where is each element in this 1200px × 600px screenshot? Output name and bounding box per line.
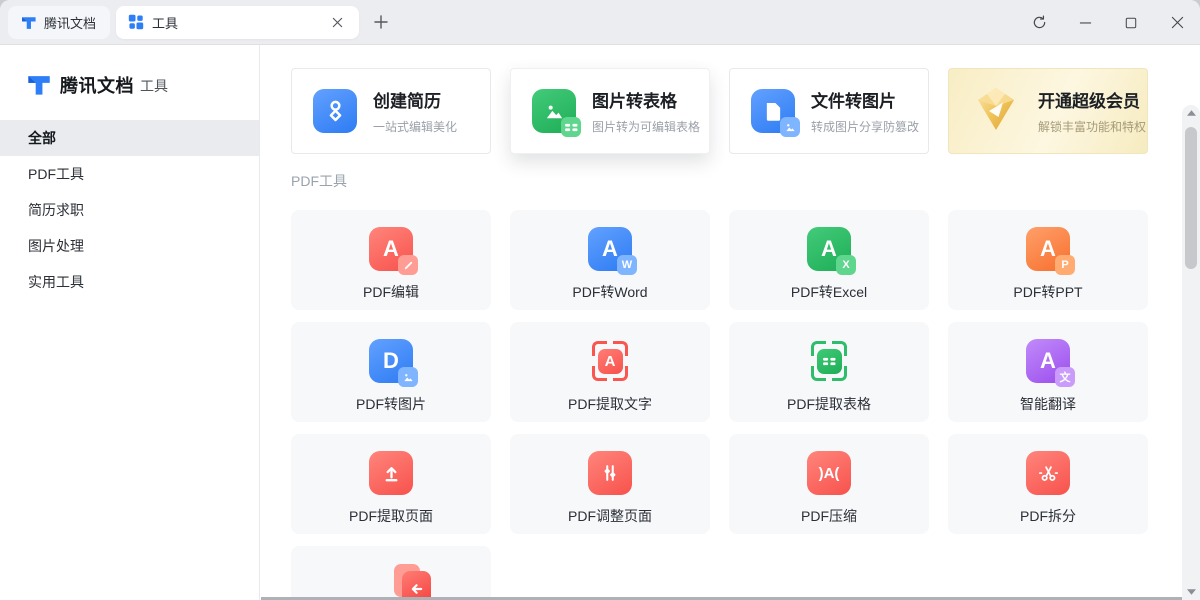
tool-card-pdf-split[interactable]: PDF拆分 <box>948 434 1148 534</box>
tool-card-pdf-extract-text[interactable]: A PDF提取文字 <box>510 322 710 422</box>
tab-tools[interactable]: 工具 <box>116 6 359 39</box>
brand-suffix: 工具 <box>140 73 168 96</box>
grid-icon <box>128 14 145 31</box>
pdf-extract-pages-icon <box>369 451 413 495</box>
file-to-image-icon <box>751 89 795 133</box>
feature-card-super-member[interactable]: 开通超级会员解锁丰富功能和特权 <box>948 68 1148 154</box>
sidebar-item-image-processing[interactable]: 图片处理 <box>0 228 259 264</box>
pdf-split-icon <box>1026 451 1070 495</box>
tab-label: 工具 <box>152 13 178 32</box>
tab-label: 腾讯文档 <box>44 13 96 32</box>
pdf-to-word-icon: AW <box>588 227 632 271</box>
badge-icon: X <box>836 255 856 275</box>
feature-card-subtitle: 转成图片分享防篡改 <box>811 118 919 135</box>
badge-icon <box>398 367 418 387</box>
badge-icon: W <box>617 255 637 275</box>
tool-card-pdf-compress[interactable]: )A( PDF压缩 <box>729 434 929 534</box>
feature-card-title: 开通超级会员 <box>1038 87 1146 112</box>
refresh-icon[interactable] <box>1016 0 1062 45</box>
app-window: 腾讯文档 工具 <box>0 0 1200 600</box>
tool-label: PDF提取页面 <box>349 506 433 526</box>
badge-icon: 文 <box>1055 367 1075 387</box>
image-to-table-icon <box>532 89 576 133</box>
pdf-edit-icon: A <box>369 227 413 271</box>
pdf-extract-table-icon <box>807 339 851 383</box>
tool-card-smart-translate[interactable]: A文智能翻译 <box>948 322 1148 422</box>
tool-label: PDF转Word <box>572 282 647 302</box>
tab-close-icon[interactable] <box>327 12 347 32</box>
feature-card-title: 文件转图片 <box>811 87 919 112</box>
feature-card-subtitle: 解锁丰富功能和特权 <box>1038 118 1146 135</box>
pdf-adjust-pages-icon <box>588 451 632 495</box>
badge-icon <box>398 255 418 275</box>
feature-card-subtitle: 图片转为可编辑表格 <box>592 118 700 135</box>
app-body: 腾讯文档 工具 全部PDF工具简历求职图片处理实用工具 创建简历一站式编辑美化图… <box>0 45 1200 600</box>
sidebar-nav: 全部PDF工具简历求职图片处理实用工具 <box>0 120 259 300</box>
tencent-docs-logo-icon <box>25 71 52 98</box>
sidebar-item-resume-jobs[interactable]: 简历求职 <box>0 192 259 228</box>
sidebar-item-all[interactable]: 全部 <box>0 120 259 156</box>
diamond-icon <box>970 86 1022 137</box>
tool-label: PDF转Excel <box>791 282 867 302</box>
badge-icon: P <box>1055 255 1075 275</box>
feature-card-image-to-table[interactable]: 图片转表格图片转为可编辑表格 <box>510 68 710 154</box>
tool-card-pdf-to-image[interactable]: D PDF转图片 <box>291 322 491 422</box>
new-tab-button[interactable] <box>368 9 394 35</box>
sidebar-item-pdf-tools[interactable]: PDF工具 <box>0 156 259 192</box>
scrollbar-thumb[interactable] <box>1185 127 1197 269</box>
feature-card-subtitle: 一站式编辑美化 <box>373 118 457 135</box>
tool-card-pdf-merge[interactable] <box>291 546 491 600</box>
maximize-icon[interactable] <box>1108 0 1154 45</box>
tab-tencent-docs[interactable]: 腾讯文档 <box>8 6 110 39</box>
tool-label: PDF转图片 <box>356 394 426 414</box>
tool-label: PDF提取文字 <box>568 394 652 414</box>
tencent-docs-logo-icon <box>20 14 37 31</box>
tool-label: PDF调整页面 <box>568 506 652 526</box>
sidebar: 腾讯文档 工具 全部PDF工具简历求职图片处理实用工具 <box>0 45 260 600</box>
pdf-to-ppt-icon: AP <box>1026 227 1070 271</box>
vertical-scrollbar[interactable] <box>1182 105 1200 600</box>
tool-label: PDF提取表格 <box>787 394 871 414</box>
badge-icon <box>561 117 581 137</box>
feature-card-create-resume[interactable]: 创建简历一站式编辑美化 <box>291 68 491 154</box>
tool-label: 智能翻译 <box>1020 394 1076 414</box>
brand: 腾讯文档 工具 <box>0 45 259 120</box>
tool-grid: APDF编辑AWPDF转WordAXPDF转ExcelAPPDF转PPTDPDF… <box>291 210 1200 600</box>
pdf-compress-icon: )A( <box>807 451 851 495</box>
pdf-extract-text-icon: A <box>588 339 632 383</box>
tool-card-pdf-edit[interactable]: A PDF编辑 <box>291 210 491 310</box>
tool-label: PDF压缩 <box>801 506 857 526</box>
tool-card-pdf-extract-pages[interactable]: PDF提取页面 <box>291 434 491 534</box>
scroll-up-icon[interactable] <box>1182 105 1200 121</box>
close-icon[interactable] <box>1154 0 1200 45</box>
resume-icon <box>313 89 357 133</box>
scroll-down-icon[interactable] <box>1182 584 1200 600</box>
sidebar-item-practical-tools[interactable]: 实用工具 <box>0 264 259 300</box>
tool-label: PDF拆分 <box>1020 506 1076 526</box>
smart-translate-icon: A文 <box>1026 339 1070 383</box>
pdf-to-image-icon: D <box>369 339 413 383</box>
feature-card-file-to-image[interactable]: 文件转图片转成图片分享防篡改 <box>729 68 929 154</box>
section-title: PDF工具 <box>291 171 1200 191</box>
main-content: 创建简历一站式编辑美化图片转表格图片转为可编辑表格文件转图片转成图片分享防篡改开… <box>260 45 1200 600</box>
tool-label: PDF编辑 <box>363 282 419 302</box>
feature-card-title: 创建简历 <box>373 87 457 112</box>
brand-title: 腾讯文档 <box>60 72 134 98</box>
tool-card-pdf-adjust-pages[interactable]: PDF调整页面 <box>510 434 710 534</box>
tool-label: PDF转PPT <box>1013 282 1082 302</box>
badge-icon <box>780 117 800 137</box>
minimize-icon[interactable] <box>1062 0 1108 45</box>
tab-bar: 腾讯文档 工具 <box>0 0 1200 45</box>
feature-card-row: 创建简历一站式编辑美化图片转表格图片转为可编辑表格文件转图片转成图片分享防篡改开… <box>291 68 1200 154</box>
pdf-to-excel-icon: AX <box>807 227 851 271</box>
window-controls <box>1016 0 1200 45</box>
tool-card-pdf-to-word[interactable]: AW PDF转Word <box>510 210 710 310</box>
feature-card-title: 图片转表格 <box>592 87 700 112</box>
tool-card-pdf-extract-table[interactable]: PDF提取表格 <box>729 322 929 422</box>
tool-card-pdf-to-excel[interactable]: AX PDF转Excel <box>729 210 929 310</box>
tool-card-pdf-to-ppt[interactable]: AP PDF转PPT <box>948 210 1148 310</box>
